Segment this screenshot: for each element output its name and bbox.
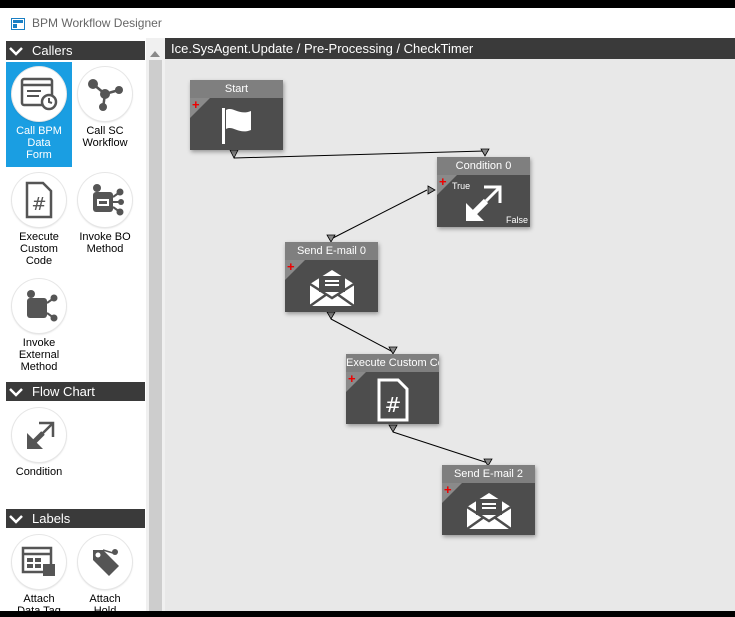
- title-bar: BPM Workflow Designer: [0, 8, 735, 38]
- top-strip: [0, 0, 735, 8]
- tool-condition[interactable]: Condition: [6, 403, 72, 493]
- section-title: Flow Chart: [32, 384, 95, 399]
- false-branch-label: False: [505, 215, 528, 225]
- workflow-node-execute-custom-code[interactable]: Execute Custom Co + #: [346, 354, 439, 424]
- output-port-marker: [427, 185, 436, 195]
- app-icon: [11, 17, 25, 30]
- call-bpm-data-form-icon: [12, 67, 66, 121]
- node-title: Start: [190, 80, 283, 98]
- tool-attach-hold[interactable]: Attach Hold: [72, 530, 138, 617]
- sidebar-scrollbar[interactable]: [146, 38, 165, 611]
- section-header-labels[interactable]: Labels: [6, 509, 145, 528]
- call-sc-workflow-icon: [78, 67, 132, 121]
- section-title: Callers: [32, 43, 73, 58]
- add-icon[interactable]: +: [439, 175, 447, 188]
- workflow-canvas[interactable]: Start + Condition 0 + True False Send E-…: [165, 59, 735, 611]
- input-port-marker: [480, 148, 490, 157]
- chevron-down-icon: [7, 46, 25, 56]
- section-header-callers[interactable]: Callers: [6, 41, 145, 60]
- add-icon[interactable]: +: [287, 260, 295, 273]
- chevron-down-icon: [7, 514, 25, 524]
- custom-code-icon: #: [376, 378, 410, 427]
- connector-line: [392, 431, 489, 464]
- tool-label: Call BPM Data Form: [16, 125, 62, 161]
- workflow-node-start[interactable]: Start +: [190, 80, 283, 150]
- email-icon: [307, 266, 357, 315]
- flag-icon: [217, 106, 257, 151]
- execute-custom-code-icon: #: [12, 173, 66, 227]
- tool-label: Condition: [15, 466, 63, 478]
- breadcrumb: Ice.SysAgent.Update / Pre-Processing / C…: [165, 38, 735, 59]
- toolbox-sidebar: Callers Call BPM Data Form Call SC Workf…: [0, 38, 146, 617]
- svg-text:#: #: [384, 393, 401, 417]
- tool-label: Invoke External Method: [18, 337, 60, 373]
- tool-label: Call SC Workflow: [82, 125, 128, 149]
- svg-text:#: #: [31, 194, 46, 215]
- tool-label: Invoke BO Method: [79, 231, 131, 255]
- tool-call-bpm-data-form[interactable]: Call BPM Data Form: [6, 62, 72, 167]
- input-port-marker: [326, 234, 336, 243]
- section-header-flow-chart[interactable]: Flow Chart: [6, 382, 145, 401]
- tool-label: Attach Data Tag: [17, 593, 61, 617]
- connector-line: [330, 189, 428, 240]
- attach-hold-icon: [78, 535, 132, 589]
- condition-icon: [462, 181, 506, 230]
- tool-invoke-external-method[interactable]: Invoke External Method: [6, 274, 72, 379]
- add-icon[interactable]: +: [192, 98, 200, 111]
- scrollbar-thumb[interactable]: [149, 60, 162, 611]
- add-icon[interactable]: +: [444, 483, 452, 496]
- tool-invoke-bo-method[interactable]: Invoke BO Method: [72, 168, 138, 273]
- node-title: Send E-mail 2: [442, 465, 535, 483]
- tool-label: Attach Hold: [89, 593, 121, 617]
- tool-call-sc-workflow[interactable]: Call SC Workflow: [72, 62, 138, 167]
- workflow-node-condition-0[interactable]: Condition 0 + True False: [437, 157, 530, 227]
- tool-execute-custom-code[interactable]: # Execute Custom Code: [6, 168, 72, 273]
- section-title: Labels: [32, 511, 71, 526]
- workflow-node-send-email-2[interactable]: Send E-mail 2 +: [442, 465, 535, 535]
- attach-data-tag-icon: [12, 535, 66, 589]
- tool-attach-data-tag[interactable]: Attach Data Tag: [6, 530, 72, 617]
- add-icon[interactable]: +: [348, 372, 356, 385]
- workflow-node-send-email-0[interactable]: Send E-mail 0 +: [285, 242, 378, 312]
- node-title: Condition 0: [437, 157, 530, 175]
- condition-icon: [12, 408, 66, 462]
- tool-label: Execute Custom Code: [19, 231, 59, 267]
- output-port-marker: [229, 149, 239, 159]
- invoke-external-method-icon: [12, 279, 66, 333]
- connector-line: [330, 318, 394, 353]
- node-title: Send E-mail 0: [285, 242, 378, 260]
- invoke-bo-method-icon: [78, 173, 132, 227]
- email-icon: [464, 489, 514, 538]
- window-title: BPM Workflow Designer: [32, 16, 162, 30]
- node-title: Execute Custom Co: [346, 354, 439, 372]
- chevron-down-icon: [7, 387, 25, 397]
